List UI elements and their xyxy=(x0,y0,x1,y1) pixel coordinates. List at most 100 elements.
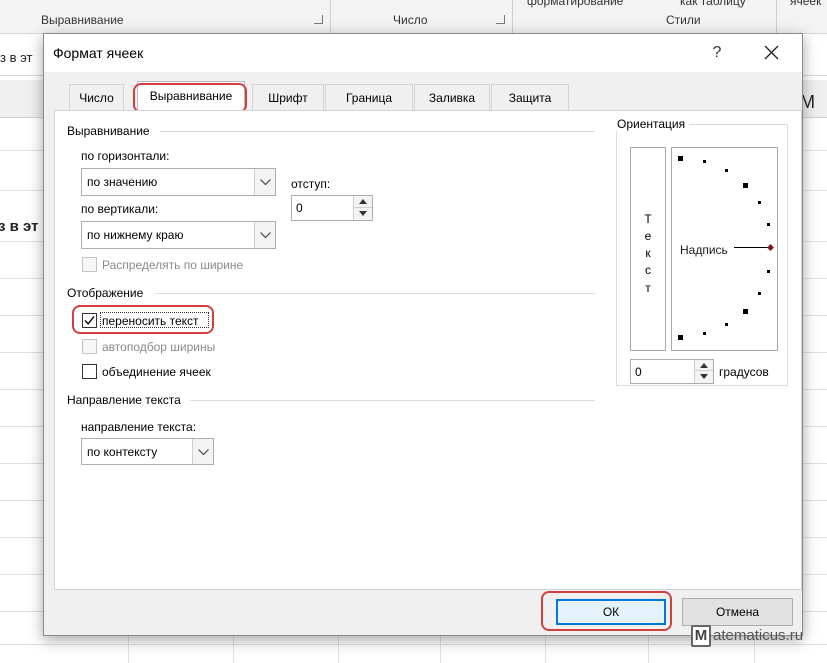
chevron-down-icon xyxy=(260,232,271,238)
horizontal-label: по горизонтали: xyxy=(81,149,170,163)
orientation-dial[interactable]: Надпись xyxy=(671,147,778,351)
dialog-titlebar[interactable]: Формат ячеек ? xyxy=(44,34,802,72)
ribbon-separator xyxy=(330,0,331,34)
cancel-button[interactable]: Отмена xyxy=(682,598,793,626)
indent-value: 0 xyxy=(296,201,303,215)
watermark-text: atematicus.ru xyxy=(713,627,804,644)
distribute-label: Распределять по ширине xyxy=(102,258,244,272)
display-section-title: Отображение xyxy=(67,286,148,300)
cancel-button-label: Отмена xyxy=(715,605,760,619)
direction-dropdown-button[interactable] xyxy=(192,439,213,464)
indent-spinner[interactable]: 0 xyxy=(291,195,373,221)
arrow-down-icon xyxy=(359,211,367,216)
direction-select[interactable]: по контексту xyxy=(81,438,214,465)
dial-tick xyxy=(767,270,770,273)
horizontal-select-value: по значению xyxy=(87,175,158,189)
tab-label: Шрифт xyxy=(268,91,308,105)
direction-select-value: по контексту xyxy=(87,445,158,459)
degrees-down-button[interactable] xyxy=(694,371,713,383)
shrink-to-fit-label: автоподбор ширины xyxy=(102,340,216,354)
help-icon: ? xyxy=(712,44,722,61)
dial-sample-text: Надпись xyxy=(680,243,728,257)
shrink-to-fit-checkbox[interactable] xyxy=(82,339,97,354)
alignment-launcher-icon[interactable] xyxy=(314,15,323,24)
direction-label: направление текста: xyxy=(81,420,197,434)
watermark-logo-icon: M xyxy=(691,625,711,647)
tab-border[interactable]: Граница xyxy=(325,84,413,110)
dial-tick xyxy=(725,169,728,172)
formula-bar-text: з в эт xyxy=(0,50,33,65)
close-icon xyxy=(764,45,779,60)
horizontal-select[interactable]: по значению xyxy=(81,168,276,196)
indent-label: отступ: xyxy=(291,177,331,191)
dial-tick xyxy=(758,201,761,204)
merge-cells-checkbox[interactable] xyxy=(82,364,97,379)
tab-label: Защита xyxy=(508,91,552,105)
dial-handle-icon[interactable] xyxy=(767,244,774,251)
vertical-text-letter: к xyxy=(645,246,651,260)
help-button[interactable]: ? xyxy=(702,38,732,68)
vertical-text-letter: е xyxy=(644,229,652,243)
dial-tick xyxy=(767,223,770,226)
tab-label: Граница xyxy=(345,91,393,105)
tab-highlight-outline xyxy=(133,83,247,113)
ribbon-cells-fragment[interactable]: ячеек xyxy=(790,0,821,8)
dial-tick xyxy=(743,183,748,188)
distribute-checkbox[interactable] xyxy=(82,257,97,272)
dial-tick xyxy=(703,160,706,163)
ribbon: форматирование как таблицу ячеек Выравни… xyxy=(0,0,827,34)
vertical-text-letter: с xyxy=(645,263,651,277)
arrow-up-icon xyxy=(700,363,708,368)
indent-up-button[interactable] xyxy=(353,196,372,208)
dial-tick xyxy=(758,292,761,295)
section-divider xyxy=(160,131,595,132)
degrees-spinner[interactable]: 0 xyxy=(630,359,714,384)
ribbon-separator xyxy=(776,0,777,34)
section-divider xyxy=(155,293,595,294)
chevron-down-icon xyxy=(198,449,209,455)
alignment-section-title: Выравнивание xyxy=(67,124,154,138)
vertical-text-letter: Т xyxy=(644,212,652,226)
degrees-up-button[interactable] xyxy=(694,360,713,371)
tab-font[interactable]: Шрифт xyxy=(252,84,324,110)
ribbon-separator xyxy=(512,0,513,34)
dial-pointer-line xyxy=(734,247,768,248)
degrees-value: 0 xyxy=(635,365,642,379)
indent-down-button[interactable] xyxy=(353,208,372,220)
dial-tick xyxy=(678,156,683,161)
cell-text[interactable]: з в эт xyxy=(0,218,38,235)
ribbon-group-styles-label: Стили xyxy=(666,13,701,27)
ribbon-group-number-label: Число xyxy=(393,13,428,27)
ribbon-group-alignment-label: Выравнивание xyxy=(41,13,124,27)
vertical-dropdown-button[interactable] xyxy=(254,222,275,248)
tab-fill[interactable]: Заливка xyxy=(414,84,490,110)
orientation-section-title: Ориентация xyxy=(614,117,690,131)
horizontal-dropdown-button[interactable] xyxy=(254,169,275,195)
dial-tick xyxy=(703,332,706,335)
vertical-select-value: по нижнему краю xyxy=(87,228,184,242)
wrap-text-highlight-outline xyxy=(72,305,214,334)
ribbon-format-table-fragment[interactable]: форматирование xyxy=(527,0,623,8)
number-launcher-icon[interactable] xyxy=(496,15,505,24)
ribbon-as-table-fragment[interactable]: как таблицу xyxy=(680,0,746,8)
arrow-down-icon xyxy=(700,374,708,379)
ok-highlight-outline xyxy=(541,591,672,631)
vertical-text-letter: т xyxy=(645,281,651,295)
section-divider xyxy=(190,400,595,401)
vertical-label: по вертикали: xyxy=(81,202,159,216)
close-button[interactable] xyxy=(752,38,792,68)
arrow-up-icon xyxy=(359,199,367,204)
tab-label: Заливка xyxy=(428,91,476,105)
tab-protection[interactable]: Защита xyxy=(491,84,569,110)
chevron-down-icon xyxy=(260,179,271,185)
dial-tick xyxy=(725,323,728,326)
vertical-text-button[interactable]: Т е к с т xyxy=(630,147,666,351)
vertical-select[interactable]: по нижнему краю xyxy=(81,221,276,249)
alignment-panel: Выравнивание по горизонтали: по значению… xyxy=(54,110,802,590)
dial-tick xyxy=(743,309,748,314)
tab-number[interactable]: Число xyxy=(69,84,124,110)
format-cells-dialog: Формат ячеек ? Число Выравнивание Шрифт … xyxy=(43,33,803,636)
merge-cells-label: объединение ячеек xyxy=(102,365,211,379)
direction-section-title: Направление текста xyxy=(67,393,185,407)
degrees-label: градусов xyxy=(719,365,769,379)
